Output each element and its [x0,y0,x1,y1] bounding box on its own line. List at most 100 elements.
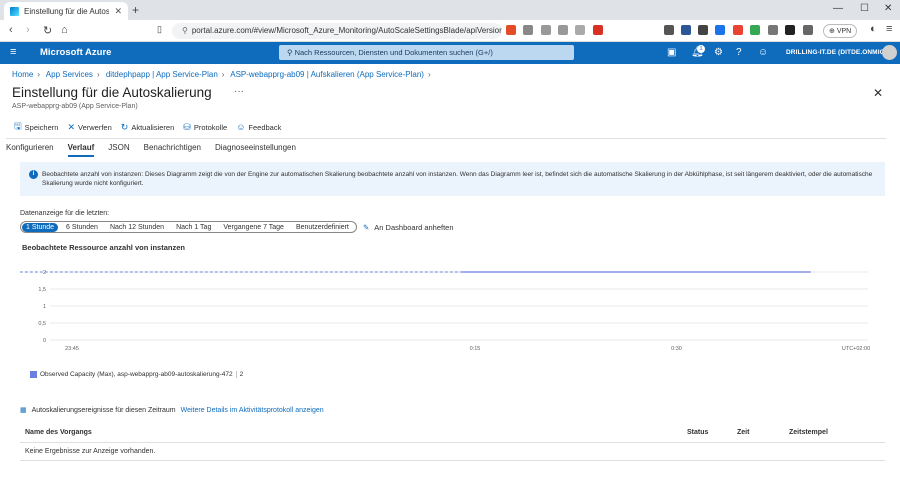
logs-button[interactable]: ⛁ Protokolle [183,121,227,133]
share-icon[interactable] [558,25,568,35]
refresh-icon: ↻ [120,121,129,132]
search-placeholder: Nach Ressourcen, Diensten und Dokumenten… [294,48,493,57]
info-text: Beobachtete anzahl von instanzen: Dieses… [42,171,873,187]
azure-favicon-icon [10,6,19,16]
time-range-label: Datenanzeige für die letzten: [20,210,110,217]
cloud-shell-icon[interactable]: ▣ [667,47,676,58]
y-tick-label: 0 [43,338,46,344]
extension-icon[interactable] [664,25,674,35]
browser-tab[interactable]: Einstellung für die Autoskalierun ✕ [4,2,128,20]
logs-icon: ⛁ [183,121,191,132]
warning-extension-icon[interactable] [593,25,603,35]
star-icon[interactable] [575,25,585,35]
home-icon[interactable]: ⌂ [61,24,68,36]
bookmark-icon[interactable]: ▯ [157,24,162,35]
vpn-label: VPN [836,28,852,35]
y-tick-label: 2 [43,270,46,276]
user-account[interactable]: DRILLING-IT.DE (DITDE.ONMICR... [786,49,895,56]
maximize-icon[interactable]: ☐ [860,3,869,14]
page-subtitle: ASP-webapprg-ab09 (App Service-Plan) [12,103,138,110]
avatar[interactable] [882,45,897,60]
x-tick-label: UTC+02:00 [842,346,870,352]
tab-diagnostic-settings[interactable]: Diagnoseeinstellungen [215,143,296,157]
extensions-puzzle-icon[interactable] [803,25,813,35]
close-window-icon[interactable]: ✕ [884,3,892,14]
extension-icon[interactable] [506,25,516,35]
breadcrumb-home[interactable]: Home [12,70,33,79]
time-range-custom[interactable]: Benutzerdefiniert [292,223,353,232]
legend-series-value: 2 [235,371,243,378]
feedback-person-icon[interactable]: ☺ [758,47,768,58]
legend-series-name: Observed Capacity (Max), asp-webapprg-ab… [40,371,233,378]
time-range-1h[interactable]: 1 Stunde [22,222,59,232]
new-tab-icon[interactable]: + [132,3,139,17]
column-header-timestamp[interactable]: Zeitstempel [789,429,828,436]
help-icon[interactable]: ? [736,47,742,58]
pin-icon: ✎ [363,223,370,232]
events-title: Autoskalierungsereignisse für diesen Zei… [31,406,176,414]
minimize-icon[interactable]: — [833,3,843,14]
profile-icon[interactable]: ◐ [870,23,877,35]
zoom-icon[interactable] [541,25,551,35]
table-header: Name des Vorgangs Status Zeit Zeitstempe… [20,424,885,443]
extension-icon[interactable] [715,25,725,35]
back-icon[interactable]: ‹ [9,24,13,36]
extension-icon[interactable] [733,25,743,35]
time-range-selector: 1 Stunde 6 Stunden Nach 12 Stunden Nach … [20,221,357,233]
page-title: Einstellung für die Autoskalierung [12,85,212,100]
tab-list: Konfigurieren Verlauf JSON Benachrichtig… [6,143,296,157]
browser-menu-icon[interactable]: ≡ [886,23,892,35]
save-button[interactable]: 🖫︎ Speichern [14,121,58,133]
column-header-name[interactable]: Name des Vorgangs [25,429,92,436]
discard-icon: ✕ [67,121,75,132]
forward-icon[interactable]: › [26,24,30,36]
global-search-input[interactable]: ⚲ Nach Ressourcen, Diensten und Dokument… [279,45,574,60]
info-icon: i [29,170,38,179]
feedback-button[interactable]: ☺ Feedback [236,121,281,133]
logs-label: Protokolle [193,122,228,132]
y-tick-label: 0,5 [38,321,46,327]
x-tick-label: 23:45 [65,346,79,352]
site-settings-icon[interactable]: ⚲ [182,26,188,35]
command-bar: 🖫︎ Speichern ✕ Verwerfen ↻ Aktualisieren ⛁ P… [14,121,281,133]
tab-configure[interactable]: Konfigurieren [6,143,54,157]
breadcrumb-app-services[interactable]: App Services [46,70,93,79]
extension-icon[interactable] [750,25,760,35]
breadcrumb: Home › App Services › ditdephpapp | App Se… [12,70,431,79]
screenshot-icon[interactable] [523,25,533,35]
pin-to-dashboard-button[interactable]: ✎ An Dashboard anheften [363,223,454,232]
extension-icon[interactable] [698,25,708,35]
activity-log-link[interactable]: Weitere Details im Aktivitätsprotokoll a… [181,407,324,414]
close-tab-icon[interactable]: ✕ [114,6,122,17]
events-list-icon: ▦ [20,407,27,414]
breadcrumb-scale-out[interactable]: ASP-webapprg-ab09 | Aufskalieren (App Se… [230,70,424,79]
url-bar[interactable]: ⚲ portal.azure.com/#view/Microsoft_Azure_… [172,23,502,39]
time-range-7d[interactable]: Vergangene 7 Tage [219,223,288,232]
chart-legend[interactable]: Observed Capacity (Max), asp-webapprg-ab… [30,371,243,378]
more-options-icon[interactable]: ··· [234,86,244,97]
extension-icon[interactable] [785,25,795,35]
feedback-icon: ☺ [236,122,246,132]
time-range-1d[interactable]: Nach 1 Tag [172,223,215,232]
azure-brand[interactable]: Microsoft Azure [40,47,111,58]
time-range-6h[interactable]: 6 Stunden [62,223,102,232]
hamburger-menu-icon[interactable]: ≡ [10,46,16,58]
column-header-status[interactable]: Status [687,429,708,436]
close-blade-icon[interactable]: ✕ [873,86,883,100]
url-text: portal.azure.com/#view/Microsoft_Azure_M… [191,26,502,35]
column-header-time[interactable]: Zeit [737,429,749,436]
extension-icon[interactable] [681,25,691,35]
time-range-12h[interactable]: Nach 12 Stunden [106,223,168,232]
refresh-button[interactable]: ↻ Aktualisieren [121,121,175,133]
tab-notify[interactable]: Benachrichtigen [144,143,201,157]
breadcrumb-service-plan[interactable]: ditdephpapp | App Service-Plan [106,70,218,79]
settings-gear-icon[interactable]: ⚙ [714,47,723,58]
browser-tab-title: Einstellung für die Autoskalierun [24,6,110,16]
reload-icon[interactable]: ↻ [43,24,52,37]
vpn-button[interactable]: ⊕ VPN [823,24,858,38]
tab-history[interactable]: Verlauf [67,143,95,157]
empty-message: Keine Ergebnisse zur Anzeige vorhanden. [20,443,885,461]
extension-icon[interactable] [768,25,778,35]
discard-button[interactable]: ✕ Verwerfen [67,121,111,133]
tab-json[interactable]: JSON [108,143,129,157]
